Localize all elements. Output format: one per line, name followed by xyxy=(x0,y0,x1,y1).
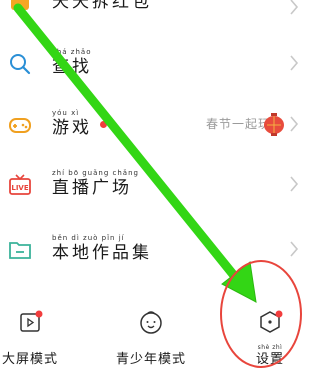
menu-item-games[interactable]: yóu xì 游戏 春节一起玩 xyxy=(0,103,305,149)
search-icon xyxy=(10,54,31,75)
child-face-icon xyxy=(140,311,162,334)
chevron-right-icon xyxy=(290,116,299,132)
svg-text:LIVE: LIVE xyxy=(11,184,28,192)
menu-item-local-works[interactable]: běn dì zuò pǐn jí 本地作品集 xyxy=(0,228,305,274)
live-tv-icon: LIVE xyxy=(9,174,31,195)
chevron-right-icon xyxy=(290,241,299,257)
tab-label: 青少年模式 xyxy=(115,352,186,367)
tab-label: 大屏模式 xyxy=(1,352,58,367)
folder-icon xyxy=(9,242,31,259)
games-promo-text: 春节一起玩 xyxy=(205,117,271,131)
chevron-right-icon xyxy=(290,0,299,15)
chevron-right-icon xyxy=(290,55,299,71)
menu-item-label: chá zhǎo 查找 xyxy=(52,48,92,77)
lantern-icon xyxy=(264,113,284,136)
gamepad-icon xyxy=(9,118,31,133)
tab-settings[interactable]: shè zhì 设置 xyxy=(230,305,310,375)
notification-dot xyxy=(100,121,107,128)
red-packet-icon xyxy=(11,0,29,10)
menu-item-label: běn dì zuò pǐn jí 本地作品集 xyxy=(52,234,152,263)
tab-label: shè zhì 设置 xyxy=(255,344,284,367)
settings-hexagon-icon xyxy=(260,310,283,333)
menu-item-live-plaza[interactable]: LIVE zhí bō guǎng chǎng 直播广场 xyxy=(0,163,305,209)
menu-item-red-packet[interactable]: 天天拆红包 xyxy=(0,0,305,24)
menu-item-search[interactable]: chá zhǎo 查找 xyxy=(0,42,305,88)
play-screen-icon xyxy=(20,310,43,332)
menu-item-label: 天天拆红包 xyxy=(52,0,152,12)
tab-teen-mode[interactable]: 青少年模式 xyxy=(111,305,191,375)
tab-large-screen-mode[interactable]: 大屏模式 xyxy=(0,305,70,375)
menu-item-label: zhí bō guǎng chǎng 直播广场 xyxy=(52,169,139,198)
chevron-right-icon xyxy=(290,176,299,192)
menu-item-label: yóu xì 游戏 xyxy=(52,109,92,138)
